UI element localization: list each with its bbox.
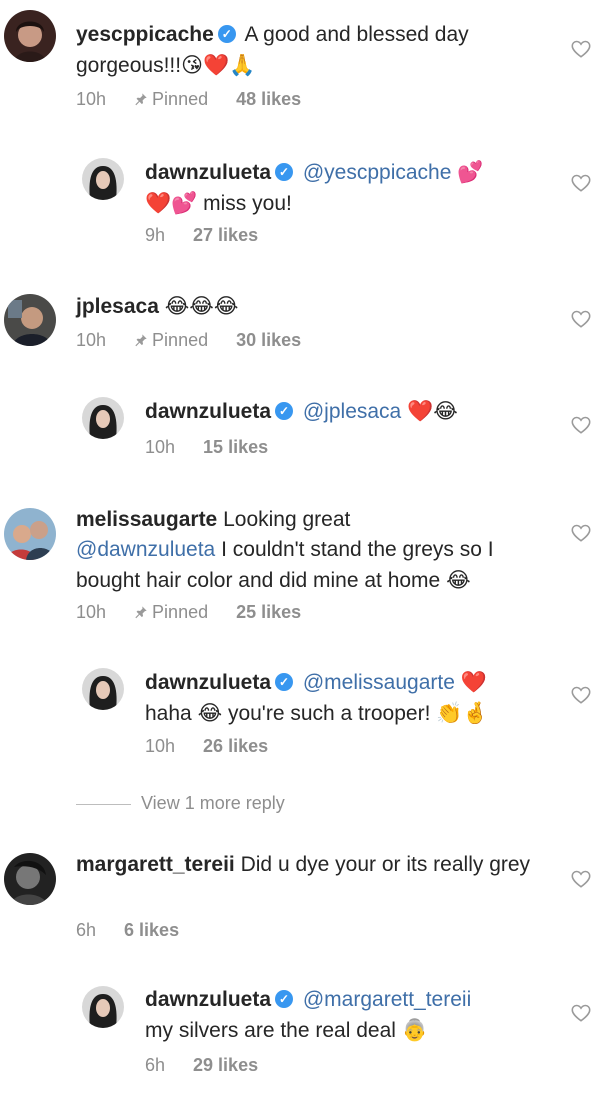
verified-badge-icon: ✓: [275, 401, 294, 420]
comment-meta: 6h 6 likes: [76, 920, 207, 941]
heart-outline-icon[interactable]: [570, 308, 592, 330]
avatar[interactable]: [82, 397, 124, 439]
avatar-dawnzulueta-icon: [82, 986, 124, 1028]
pinned-label: Pinned: [134, 89, 208, 109]
username[interactable]: dawnzulueta: [145, 988, 271, 1011]
avatar-dawnzulueta-icon: [82, 668, 124, 710]
reply-text: dawnzulueta ✓ @melissaugarte ❤️ haha 😂 yo…: [145, 667, 545, 729]
heart-outline-icon[interactable]: [570, 868, 592, 890]
likes-count[interactable]: 48 likes: [236, 89, 301, 109]
likes-count[interactable]: 25 likes: [236, 602, 301, 622]
timestamp[interactable]: 10h: [76, 89, 106, 109]
avatar[interactable]: [82, 158, 124, 200]
pin-icon: [134, 333, 148, 347]
emoji: 😂: [446, 568, 471, 592]
comment-meta: 10h Pinned 30 likes: [76, 330, 329, 351]
emoji: 👏🤞: [436, 701, 489, 725]
avatar-yescppicache-icon: [4, 10, 56, 62]
heart-outline-icon[interactable]: [570, 38, 592, 60]
timestamp[interactable]: 10h: [145, 437, 175, 457]
emoji: ❤️😂: [407, 399, 458, 423]
reply-meta: 9h 27 likes: [145, 225, 286, 246]
avatar[interactable]: [4, 10, 56, 62]
timestamp[interactable]: 10h: [76, 330, 106, 350]
emoji: 💕: [457, 160, 484, 184]
timestamp[interactable]: 10h: [145, 736, 175, 756]
timestamp[interactable]: 10h: [76, 602, 106, 622]
reply-text: dawnzulueta ✓ @yescppicache 💕 ❤️💕 miss yo…: [145, 157, 545, 219]
username[interactable]: margarett_tereii: [76, 853, 235, 876]
username[interactable]: yescppicache: [76, 23, 214, 46]
heart-outline-icon[interactable]: [570, 1002, 592, 1024]
verified-badge-icon: ✓: [275, 672, 294, 691]
comment-text: melissaugarte Looking great @dawnzulueta…: [76, 505, 556, 596]
comment-meta: 10h Pinned 48 likes: [76, 89, 329, 110]
avatar[interactable]: [4, 294, 56, 346]
reply-meta: 10h 26 likes: [145, 736, 296, 757]
avatar-jplesaca-icon: [4, 294, 56, 346]
comment-body: Looking great: [223, 508, 351, 531]
verified-badge-icon: ✓: [275, 162, 294, 181]
reply-body: haha: [145, 702, 192, 725]
likes-count[interactable]: 30 likes: [236, 330, 301, 350]
comment-text: jplesaca 😂😂😂: [76, 291, 552, 322]
reply-body: you're such a trooper!: [227, 702, 431, 725]
mention-link[interactable]: @melissaugarte: [303, 671, 455, 694]
pinned-label: Pinned: [134, 602, 208, 622]
likes-count[interactable]: 6 likes: [124, 920, 179, 940]
emoji: 😂😂😂: [164, 294, 239, 318]
reply-text: dawnzulueta ✓ @jplesaca ❤️😂: [145, 396, 545, 427]
avatar[interactable]: [4, 508, 56, 560]
heart-outline-icon[interactable]: [570, 684, 592, 706]
comment-meta: 10h Pinned 25 likes: [76, 602, 329, 623]
reply-body: my silvers are the real deal: [145, 1019, 396, 1042]
verified-badge-icon: ✓: [217, 24, 236, 43]
avatar-margarett-tereii-icon: [4, 853, 56, 905]
avatar[interactable]: [82, 986, 124, 1028]
pin-icon: [134, 92, 148, 106]
avatar[interactable]: [4, 853, 56, 905]
comment-body: Did u dye your or its really grey: [240, 853, 531, 876]
mention-link[interactable]: @margarett_tereii: [303, 988, 471, 1011]
comment-text: margarett_tereii Did u dye your or its r…: [76, 850, 546, 880]
emoji: 😘❤️🙏: [181, 53, 256, 77]
heart-outline-icon[interactable]: [570, 522, 592, 544]
username[interactable]: dawnzulueta: [145, 671, 271, 694]
avatar-dawnzulueta-icon: [82, 158, 124, 200]
heart-outline-icon[interactable]: [570, 414, 592, 436]
mention-link[interactable]: @jplesaca: [303, 400, 401, 423]
username[interactable]: dawnzulueta: [145, 400, 271, 423]
reply-meta: 10h 15 likes: [145, 437, 296, 458]
username[interactable]: melissaugarte: [76, 508, 217, 531]
verified-badge-icon: ✓: [275, 989, 294, 1008]
username[interactable]: dawnzulueta: [145, 161, 271, 184]
likes-count[interactable]: 15 likes: [203, 437, 268, 457]
reply-body: miss you!: [203, 192, 292, 215]
username[interactable]: jplesaca: [76, 295, 159, 318]
emoji: 😂: [197, 701, 223, 725]
likes-count[interactable]: 29 likes: [193, 1055, 258, 1075]
likes-count[interactable]: 26 likes: [203, 736, 268, 756]
timestamp[interactable]: 6h: [145, 1055, 165, 1075]
timestamp[interactable]: 6h: [76, 920, 96, 940]
avatar[interactable]: [82, 668, 124, 710]
likes-count[interactable]: 27 likes: [193, 225, 258, 245]
pinned-label: Pinned: [134, 330, 208, 350]
emoji: ❤️💕: [145, 191, 198, 215]
pin-icon: [134, 605, 148, 619]
mention-link[interactable]: @yescppicache: [303, 161, 452, 184]
comment-text: yescppicache ✓ A good and blessed day gor…: [76, 20, 552, 81]
mention-link[interactable]: @dawnzulueta: [76, 538, 215, 561]
emoji: ❤️: [460, 670, 487, 694]
emoji: 👵: [401, 1018, 428, 1042]
view-more-replies[interactable]: View 1 more reply: [76, 793, 285, 814]
reply-meta: 6h 29 likes: [145, 1055, 286, 1076]
timestamp[interactable]: 9h: [145, 225, 165, 245]
reply-text: dawnzulueta ✓ @margarett_tereii my silver…: [145, 985, 545, 1046]
divider: [76, 803, 131, 805]
heart-outline-icon[interactable]: [570, 172, 592, 194]
avatar-melissaugarte-icon: [4, 508, 56, 560]
avatar-dawnzulueta-icon: [82, 397, 124, 439]
